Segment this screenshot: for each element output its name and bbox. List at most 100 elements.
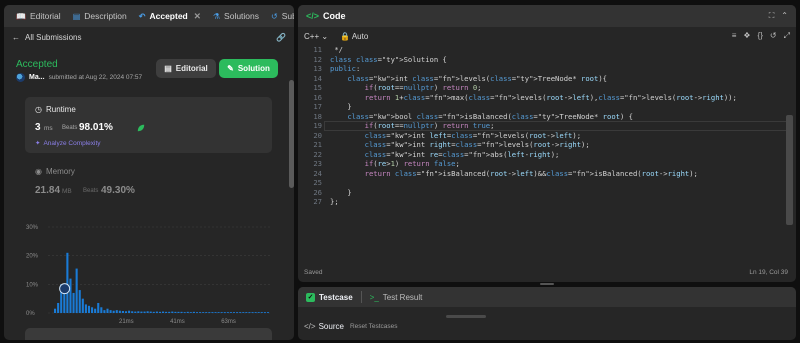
username[interactable]: Ma... — [29, 74, 45, 81]
memory-title[interactable]: ◉ Memory — [35, 167, 75, 176]
tab-submissions[interactable]: ↺ Submiss — [265, 5, 294, 27]
code-line[interactable]: } — [330, 102, 351, 112]
bar[interactable] — [149, 311, 152, 313]
code-line[interactable]: if(re>1) return false; — [330, 159, 460, 169]
bar[interactable] — [186, 311, 189, 313]
bar[interactable] — [94, 308, 97, 313]
bar[interactable] — [131, 311, 134, 313]
code-line[interactable]: class class="ty">Solution { — [330, 55, 447, 65]
bookmark-icon[interactable]: ❖ — [743, 31, 750, 41]
bar[interactable] — [134, 311, 137, 313]
bar[interactable] — [168, 311, 171, 313]
code-line[interactable]: }; — [330, 197, 339, 207]
bar[interactable] — [158, 311, 161, 313]
bar[interactable] — [97, 302, 100, 313]
user-marker[interactable] — [59, 283, 71, 295]
bar[interactable] — [84, 304, 87, 313]
bar[interactable] — [91, 307, 94, 313]
bar[interactable] — [66, 252, 69, 313]
analyze-complexity-link[interactable]: ✦ Analyze Complexity — [35, 139, 101, 148]
bar[interactable] — [263, 312, 266, 313]
bar[interactable] — [128, 310, 131, 313]
code-line[interactable]: class="kw">int class="fn">levels(class="… — [330, 74, 607, 84]
reset-testcases-button[interactable]: Reset Testcases — [350, 323, 398, 330]
code-line[interactable]: */ — [330, 45, 343, 55]
bar[interactable] — [81, 298, 84, 313]
bar[interactable] — [214, 312, 217, 313]
bar[interactable] — [189, 312, 192, 313]
code-line[interactable]: class="kw">int right=class="fn">levels(r… — [330, 140, 590, 150]
avatar[interactable] — [16, 73, 25, 82]
bar[interactable] — [251, 312, 254, 313]
bar[interactable] — [162, 311, 165, 313]
bar[interactable] — [248, 312, 251, 313]
vertical-resize-handle[interactable] — [540, 283, 554, 285]
bar[interactable] — [78, 290, 81, 313]
solution-button[interactable]: ✎ Solution — [219, 59, 278, 78]
bar[interactable] — [57, 302, 60, 313]
bar[interactable] — [174, 311, 177, 313]
code-line[interactable]: class="kw">int left=class="fn">levels(ro… — [330, 131, 581, 141]
bar[interactable] — [112, 310, 115, 313]
braces-icon[interactable]: {} — [758, 31, 763, 41]
bar[interactable] — [54, 308, 57, 313]
bar[interactable] — [177, 311, 180, 313]
bar[interactable] — [109, 310, 112, 313]
source-toggle[interactable]: </> Source — [304, 322, 344, 331]
tab-test-result[interactable]: >_ Test Result — [370, 293, 423, 302]
bar[interactable] — [69, 278, 72, 313]
bar[interactable] — [229, 312, 232, 313]
scrollbar-thumb[interactable] — [289, 80, 294, 188]
editor-scrollbar[interactable] — [786, 115, 793, 225]
bar[interactable] — [205, 312, 208, 313]
bar[interactable] — [223, 312, 226, 313]
expand-icon[interactable]: ⛶ — [769, 11, 775, 21]
bar[interactable] — [195, 312, 199, 313]
bar[interactable] — [192, 311, 195, 313]
bar[interactable] — [137, 311, 140, 313]
bar[interactable] — [103, 310, 106, 313]
code-editor[interactable]: 11 */ 12 class class="ty">Solution {13 publ… — [298, 45, 796, 270]
bar[interactable] — [266, 312, 269, 313]
bar[interactable] — [239, 312, 242, 313]
bar[interactable] — [115, 310, 118, 313]
bar[interactable] — [254, 312, 257, 313]
runtime-card[interactable]: ◷ Runtime 3 ms Beats 98.01% ✦ Analyze Co… — [25, 97, 272, 153]
bar[interactable] — [180, 311, 183, 313]
bar[interactable] — [220, 312, 223, 313]
bar[interactable] — [155, 311, 158, 313]
link-icon[interactable]: 🔗 — [276, 33, 286, 42]
tab-editorial[interactable]: 📖 Editorial — [10, 5, 67, 27]
bar[interactable] — [236, 312, 239, 313]
bar[interactable] — [257, 312, 260, 313]
bar[interactable] — [183, 312, 186, 313]
chevron-up-icon[interactable]: ⌃ — [781, 11, 788, 21]
bar[interactable] — [121, 310, 124, 313]
tab-testcase[interactable]: ✓ Testcase — [306, 292, 353, 302]
tab-description[interactable]: ▤ Description — [67, 5, 133, 27]
code-line[interactable]: class="kw">int re=class="fn">abs(left-ri… — [330, 150, 560, 160]
bar[interactable] — [118, 310, 121, 313]
bar[interactable] — [152, 311, 155, 313]
code-line[interactable]: return class="fn">isBalanced(root->left)… — [330, 169, 698, 179]
language-select[interactable]: C++ ⌄ — [304, 32, 328, 41]
code-line[interactable]: class="kw">bool class="fn">isBalanced(cl… — [330, 112, 633, 122]
bar[interactable] — [226, 312, 229, 313]
code-line[interactable]: return 1+class="fn">max(class="fn">level… — [330, 93, 737, 103]
bar[interactable] — [245, 312, 248, 313]
back-link[interactable]: ← All Submissions — [12, 33, 81, 42]
tab-solutions[interactable]: ⚗ Solutions — [207, 5, 265, 27]
tab-accepted[interactable]: ↶ Accepted ✕ — [133, 5, 207, 27]
bar[interactable] — [211, 312, 214, 313]
code-line[interactable]: } — [330, 188, 351, 198]
bar[interactable] — [146, 311, 149, 313]
bar[interactable] — [232, 312, 236, 313]
code-line[interactable]: public: — [330, 64, 360, 74]
bar[interactable] — [208, 312, 211, 313]
close-icon[interactable]: ✕ — [194, 11, 201, 22]
bar[interactable] — [242, 312, 245, 313]
editorial-button[interactable]: ▤ Editorial — [156, 59, 216, 78]
fullscreen-icon[interactable]: ⤢ — [784, 31, 790, 41]
bar[interactable] — [171, 311, 174, 313]
bar[interactable] — [165, 311, 168, 313]
